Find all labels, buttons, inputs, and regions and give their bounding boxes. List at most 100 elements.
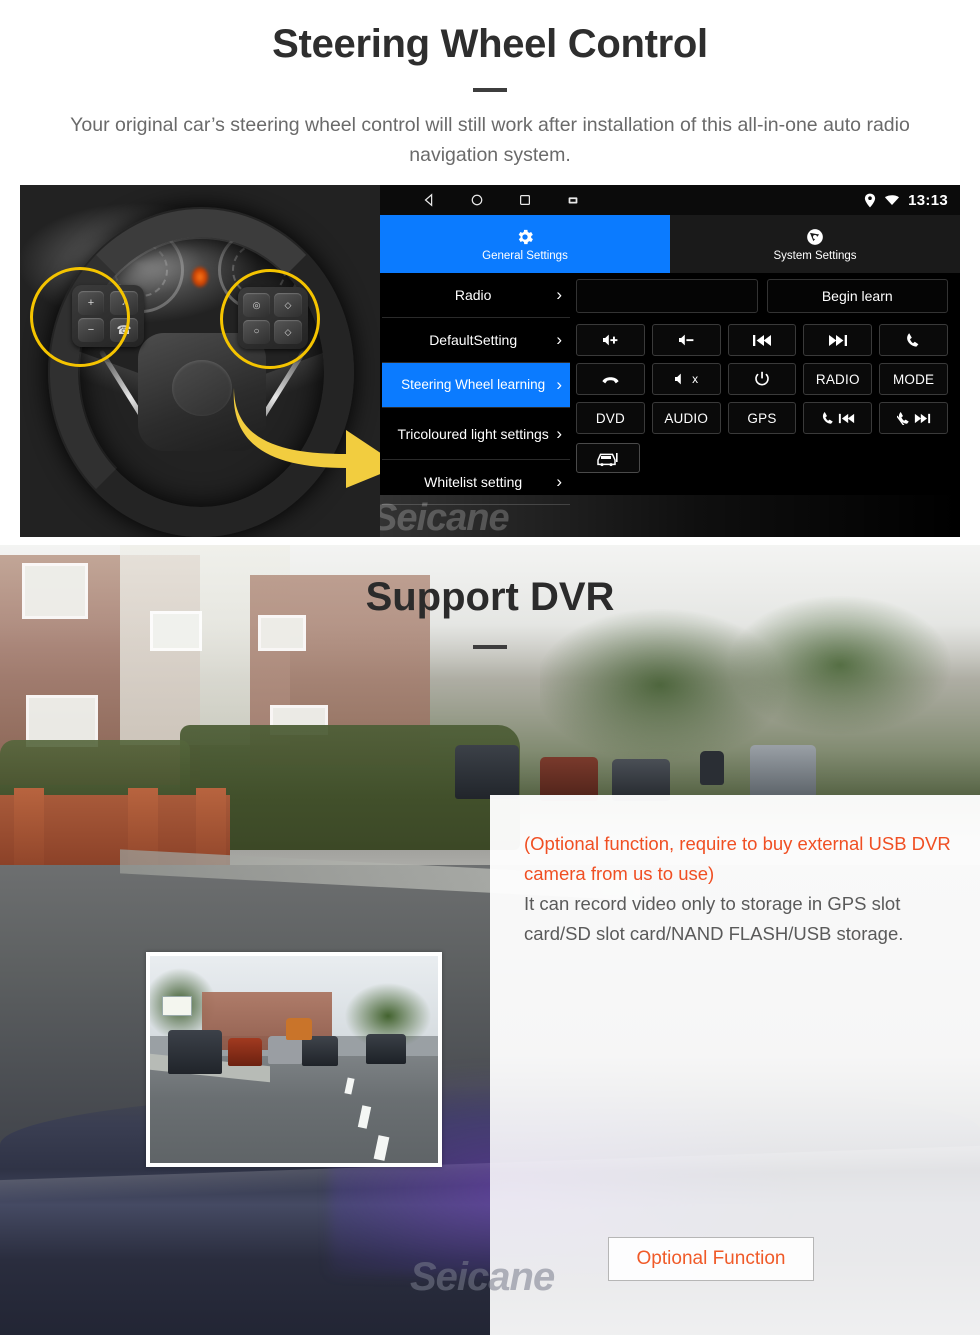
menu-item-radio-label: Radio xyxy=(454,287,492,303)
tab-general-settings-label: General Settings xyxy=(482,249,568,262)
recents-square-icon[interactable] xyxy=(518,193,532,207)
key-gps[interactable]: GPS xyxy=(727,402,797,434)
phone-hangup-icon xyxy=(602,377,619,384)
tab-general-settings[interactable]: General Settings xyxy=(380,215,670,273)
window xyxy=(258,615,306,651)
thumbnail-car xyxy=(366,1034,406,1064)
settings-tabs: General Settings System Settings xyxy=(380,215,960,273)
thumbnail-car xyxy=(168,1030,222,1074)
thumbnail-lorry xyxy=(286,1018,312,1040)
menu-item-default-setting-label: DefaultSetting xyxy=(429,332,518,348)
steering-wheel-learning-panel: Begin learn x RADIO MODE DVD AUDIO GPS xyxy=(576,273,960,473)
chevron-right-icon: › xyxy=(556,375,562,394)
gear-icon xyxy=(518,229,533,244)
menu-item-tricoloured-light-settings[interactable]: Tricoloured light settings › xyxy=(382,408,570,460)
menu-item-default-setting[interactable]: DefaultSetting › xyxy=(382,318,570,363)
dvr-video-thumbnail xyxy=(146,952,442,1167)
next-track-icon xyxy=(914,413,930,423)
volume-down-icon xyxy=(678,334,694,346)
android-head-unit-screen: 13:13 General Settings System Settings R… xyxy=(380,185,960,537)
pointing-arrow xyxy=(228,380,380,490)
key-audio[interactable]: AUDIO xyxy=(651,402,721,434)
steering-wheel-key-grid: x RADIO MODE DVD AUDIO GPS xyxy=(576,313,960,434)
chevron-right-icon: › xyxy=(556,472,562,491)
key-previous-track[interactable] xyxy=(727,324,797,356)
key-mode[interactable]: MODE xyxy=(879,363,948,395)
key-volume-up[interactable] xyxy=(576,324,645,356)
thumbnail-car xyxy=(268,1036,302,1064)
key-phone-previous[interactable] xyxy=(803,402,873,434)
home-circle-icon[interactable] xyxy=(470,193,484,207)
status-bar-right: 13:13 xyxy=(864,185,948,215)
steering-wheel-header: Steering Wheel Control Your original car… xyxy=(0,0,980,185)
support-dvr-section: Support DVR (Optional function, require … xyxy=(0,545,980,1335)
previous-track-icon xyxy=(752,334,771,346)
key-phone-answer[interactable] xyxy=(879,324,948,356)
menu-item-whitelist-setting-label: Whitelist setting xyxy=(424,474,523,490)
key-next-track[interactable] xyxy=(803,324,873,356)
optional-function-button[interactable]: Optional Function xyxy=(608,1237,814,1281)
previous-track-icon xyxy=(838,413,854,423)
parked-car xyxy=(750,745,816,797)
screenshot-icon[interactable] xyxy=(566,193,580,207)
section-title-divider xyxy=(473,645,507,649)
next-track-icon xyxy=(828,334,847,346)
key-volume-down[interactable] xyxy=(651,324,721,356)
key-dvd[interactable]: DVD xyxy=(576,402,645,434)
page-subtitle: Your original car’s steering wheel contr… xyxy=(70,114,910,166)
phone-answer-icon xyxy=(907,333,919,347)
key-volume-mute[interactable]: x xyxy=(651,363,721,395)
thumbnail-car xyxy=(302,1036,338,1066)
key-volume-mute-label: x xyxy=(692,372,699,386)
thumbnail-road-sign xyxy=(162,996,192,1016)
arrow-icon xyxy=(233,388,380,488)
dvr-info-text: (Optional function, require to buy exter… xyxy=(524,829,954,949)
parked-car xyxy=(700,751,724,785)
parked-car xyxy=(455,745,519,799)
phone-previous-icon xyxy=(822,412,833,424)
section-title-support-dvr: Support DVR xyxy=(365,575,615,619)
steering-wheel-band: + − ♪ ☎ ◎ ○ ◇ ◇ 13:13 General Settings S… xyxy=(0,185,980,537)
airbag-emblem xyxy=(172,360,232,416)
brand-watermark: Seicane xyxy=(410,1255,555,1299)
power-icon xyxy=(755,371,769,386)
volume-mute-icon xyxy=(675,373,681,385)
right-pad-highlight-circle xyxy=(220,269,320,369)
wifi-icon xyxy=(885,195,900,205)
page-title: Steering Wheel Control xyxy=(272,22,708,66)
learn-code-input[interactable] xyxy=(576,279,758,313)
menu-item-radio[interactable]: Radio › xyxy=(382,273,570,318)
menu-item-tricoloured-light-settings-label: Tricoloured light settings xyxy=(397,425,549,442)
car-settings-button[interactable] xyxy=(576,443,640,473)
phone-reject-icon xyxy=(896,412,909,425)
android-status-bar: 13:13 xyxy=(380,185,960,215)
tab-system-settings-label: System Settings xyxy=(773,249,857,262)
settings-menu-list: Radio › DefaultSetting › Steering Wheel … xyxy=(382,273,570,505)
steering-wheel-photo: + − ♪ ☎ ◎ ○ ◇ ◇ xyxy=(20,185,380,537)
navigation-buttons xyxy=(422,193,580,207)
thumbnail-car xyxy=(228,1038,262,1066)
system-settings-icon xyxy=(807,228,823,245)
dvr-info-card: (Optional function, require to buy exter… xyxy=(490,795,980,1335)
brand-watermark: Seicane xyxy=(380,497,510,537)
chevron-right-icon: › xyxy=(556,285,562,304)
location-pin-icon xyxy=(865,193,876,207)
key-phone-reject-next[interactable] xyxy=(879,402,948,434)
tab-system-settings[interactable]: System Settings xyxy=(670,215,960,273)
learn-controls-row: Begin learn xyxy=(576,273,960,313)
wall-pillar xyxy=(14,788,44,876)
chevron-right-icon: › xyxy=(556,423,562,443)
dvr-body-text: It can record video only to storage in G… xyxy=(524,893,904,944)
key-radio[interactable]: RADIO xyxy=(803,363,873,395)
chevron-right-icon: › xyxy=(556,330,562,349)
key-phone-hangup[interactable] xyxy=(576,363,645,395)
menu-item-steering-wheel-learning-label: Steering Wheel learning xyxy=(401,377,546,392)
menu-item-steering-wheel-learning[interactable]: Steering Wheel learning › xyxy=(382,363,570,408)
car-settings-icon xyxy=(597,453,618,467)
volume-up-icon xyxy=(602,334,618,346)
key-power[interactable] xyxy=(727,363,797,395)
begin-learn-button[interactable]: Begin learn xyxy=(766,279,948,313)
status-bar-clock: 13:13 xyxy=(908,191,948,209)
back-triangle-icon[interactable] xyxy=(422,193,436,207)
dvr-optional-note: (Optional function, require to buy exter… xyxy=(524,833,951,884)
